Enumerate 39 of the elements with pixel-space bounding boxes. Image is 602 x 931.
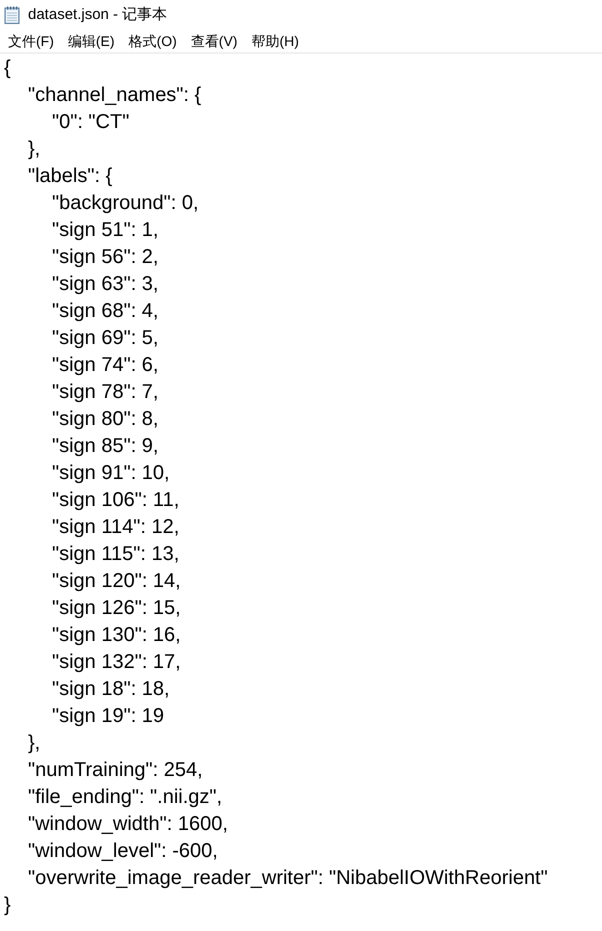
text-line: "sign 80": 8, xyxy=(52,407,158,432)
text-line: "file_ending": ".nii.gz", xyxy=(28,785,222,810)
menu-item[interactable]: 格式(O) xyxy=(122,31,183,51)
text-line: "background": 0, xyxy=(52,191,199,216)
text-line: "sign 85": 9, xyxy=(52,434,158,459)
text-line: "sign 63": 3, xyxy=(52,272,158,297)
text-line: "sign 132": 17, xyxy=(52,650,181,675)
text-line: "sign 91": 10, xyxy=(52,461,170,486)
text-line: "sign 74": 6, xyxy=(52,353,158,378)
menu-item[interactable]: 帮助(H) xyxy=(245,31,305,51)
window-title: dataset.json - 记事本 xyxy=(28,6,168,24)
text-line: "labels": { xyxy=(28,164,112,189)
text-line: }, xyxy=(28,731,40,756)
menu-item[interactable]: 查看(V) xyxy=(184,31,244,51)
text-line: "sign 69": 5, xyxy=(52,326,158,351)
text-line: { xyxy=(4,56,11,81)
text-line: "sign 18": 18, xyxy=(52,677,170,702)
text-line: "sign 130": 16, xyxy=(52,623,181,648)
menu-item[interactable]: 编辑(E) xyxy=(62,31,121,51)
text-line: "sign 115": 13, xyxy=(52,542,180,567)
text-line: "sign 56": 2, xyxy=(52,245,158,270)
text-line: "window_level": -600, xyxy=(28,839,218,864)
text-line: "numTraining": 254, xyxy=(28,758,203,783)
text-line: "channel_names": { xyxy=(28,83,202,108)
text-line: "sign 120": 14, xyxy=(52,569,181,594)
text-line: "sign 114": 12, xyxy=(52,515,180,540)
text-line: } xyxy=(4,893,11,918)
text-line: "sign 51": 1, xyxy=(52,218,158,243)
text-line: "sign 106": 11, xyxy=(52,488,180,513)
text-line: "sign 68": 4, xyxy=(52,299,158,324)
text-line: "0": "CT" xyxy=(52,110,130,135)
text-line: "sign 126": 15, xyxy=(52,596,181,621)
menu-item[interactable]: 文件(F) xyxy=(2,31,60,51)
text-line: "sign 19": 19 xyxy=(52,704,164,729)
notepad-icon xyxy=(4,6,20,24)
text-line: "window_width": 1600, xyxy=(28,812,228,837)
text-line: "sign 78": 7, xyxy=(52,380,158,405)
text-line: "overwrite_image_reader_writer": "NibabelIOWithReorient" xyxy=(28,866,548,891)
text-line: }, xyxy=(28,137,40,162)
